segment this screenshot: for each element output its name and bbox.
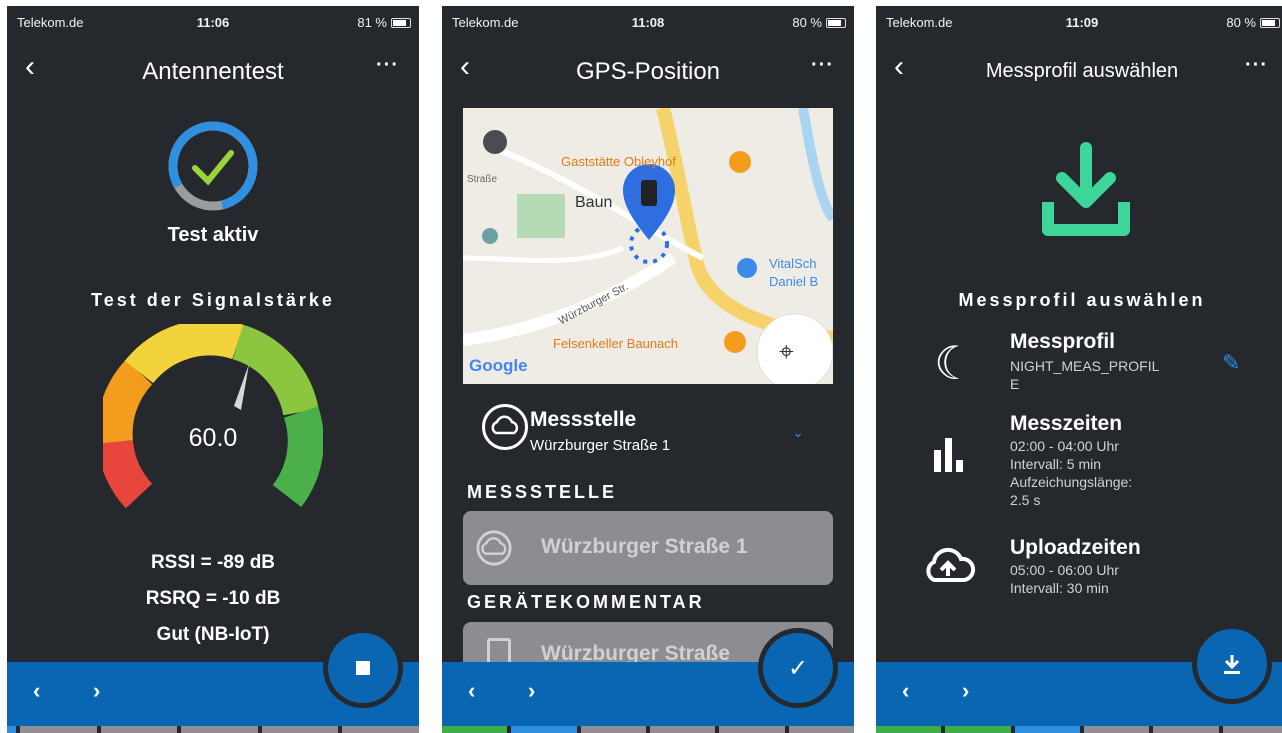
messzeiten-length-label: Aufzeichungslänge: <box>1010 474 1133 490</box>
step-indicator <box>7 726 419 733</box>
phone-screen-antennentest: Telekom.de 11:06 81 % ‹ Antennentest ···… <box>7 6 419 733</box>
section-title: Messprofil auswählen <box>958 290 1206 310</box>
section-messstelle: MESSSTELLE <box>467 482 618 502</box>
map-label-poi: Felsenkeller Baunach <box>553 336 679 351</box>
messzeiten-label: Messzeiten <box>1010 412 1123 435</box>
battery-icon <box>391 18 411 28</box>
next-icon[interactable]: › <box>528 678 535 704</box>
messprofil-value-line1: NIGHT_MEAS_PROFIL <box>1010 358 1160 374</box>
test-status: Test aktiv <box>167 224 259 246</box>
test-active-check-icon <box>168 121 258 211</box>
map-label-poi: Daniel B <box>769 274 819 289</box>
phone-screen-messprofil: Telekom.de 11:09 80 % ‹ Messprofil auswä… <box>876 6 1282 733</box>
uploadzeiten-interval: Intervall: 30 min <box>1010 580 1109 596</box>
more-icon[interactable]: ··· <box>376 54 399 77</box>
rssi-value: RSSI = -89 dB <box>150 552 276 573</box>
messzeiten-length-value: 2.5 s <box>1010 492 1041 508</box>
gauge-value: 60.0 <box>188 424 238 452</box>
map-label-street: Straße <box>467 174 498 185</box>
location-subtitle: Würzburger Straße 1 <box>530 437 671 454</box>
messzeiten-interval: Intervall: 5 min <box>1010 456 1102 472</box>
messzeiten-time: 02:00 - 04:00 Uhr <box>1010 438 1119 454</box>
nav-bar: ‹ GPS-Position ··· <box>442 48 854 92</box>
more-icon[interactable]: ··· <box>1245 54 1268 77</box>
battery-label: 80 % <box>1226 15 1256 30</box>
page-title: Antennentest <box>142 58 284 85</box>
next-icon[interactable]: › <box>962 678 969 704</box>
map-label-poi: VitalSch <box>769 256 817 271</box>
uploadzeiten-label: Uploadzeiten <box>1010 536 1141 559</box>
page-title: GPS-Position <box>575 58 721 85</box>
map-label-town: Baun <box>575 194 613 211</box>
cloud-icon <box>476 530 512 566</box>
more-icon[interactable]: ··· <box>811 54 834 77</box>
location-title: Messstelle <box>530 408 637 431</box>
status-bar: Telekom.de 11:06 81 % <box>7 6 419 40</box>
messprofil-value-line2: E <box>1010 376 1020 392</box>
moon-icon: ☾ <box>934 337 976 389</box>
step-indicator <box>876 726 1282 733</box>
download-icon <box>1042 142 1130 236</box>
messstelle-field[interactable]: Würzburger Straße 1 <box>463 511 833 585</box>
battery-label: 81 % <box>357 15 387 30</box>
download-button[interactable] <box>1192 624 1272 704</box>
previous-icon[interactable]: ‹ <box>33 678 40 704</box>
battery-icon <box>826 18 846 28</box>
map-label-poi: Gaststätte Obleyhof <box>561 154 676 169</box>
google-logo: Google <box>469 356 528 375</box>
page-title: Messprofil auswählen <box>985 60 1179 82</box>
section-geraetekommentar: GERÄTEKOMMENTAR <box>467 592 705 612</box>
previous-icon[interactable]: ‹ <box>468 678 475 704</box>
gauge-needle-icon <box>234 364 249 410</box>
messstelle-field-value: Würzburger Straße 1 <box>541 535 748 558</box>
battery-label: 80 % <box>792 15 822 30</box>
section-title: Test der Signalstärke <box>91 290 335 310</box>
uploadzeiten-time: 05:00 - 06:00 Uhr <box>1010 562 1119 578</box>
phone-screen-gps: Telekom.de 11:08 80 % ‹ GPS-Position ···… <box>442 6 854 733</box>
map-view[interactable]: Gaststätte Obleyhof Baun Straße Würzburg… <box>463 108 833 384</box>
stop-button[interactable] <box>323 628 403 708</box>
previous-icon[interactable]: ‹ <box>902 678 909 704</box>
rsrq-value: RSRQ = -10 dB <box>145 588 281 609</box>
edit-pencil-icon[interactable]: ✎ <box>1222 350 1240 376</box>
status-bar: Telekom.de 11:08 80 % <box>442 6 854 40</box>
nav-bar: ‹ Messprofil auswählen ··· <box>876 48 1282 92</box>
stop-icon <box>356 661 370 675</box>
chevron-down-icon[interactable]: ⌄ <box>792 424 804 441</box>
messprofil-label: Messprofil <box>1010 330 1116 353</box>
download-small-icon <box>1224 655 1240 674</box>
bar-chart-icon <box>934 438 963 472</box>
nav-bar: ‹ Antennentest ··· <box>7 48 419 92</box>
status-bar: Telekom.de 11:09 80 % <box>876 6 1282 40</box>
confirm-button[interactable]: ✓ <box>758 628 838 708</box>
next-icon[interactable]: › <box>93 678 100 704</box>
time-label: 11:09 <box>1065 15 1099 30</box>
cloud-icon <box>482 404 528 450</box>
step-indicator <box>442 726 854 733</box>
check-icon: ✓ <box>787 654 809 682</box>
recenter-location-icon[interactable]: ⌖ <box>779 336 794 368</box>
battery-icon <box>1260 18 1280 28</box>
signal-gauge <box>103 324 323 509</box>
cloud-upload-icon <box>926 547 976 582</box>
